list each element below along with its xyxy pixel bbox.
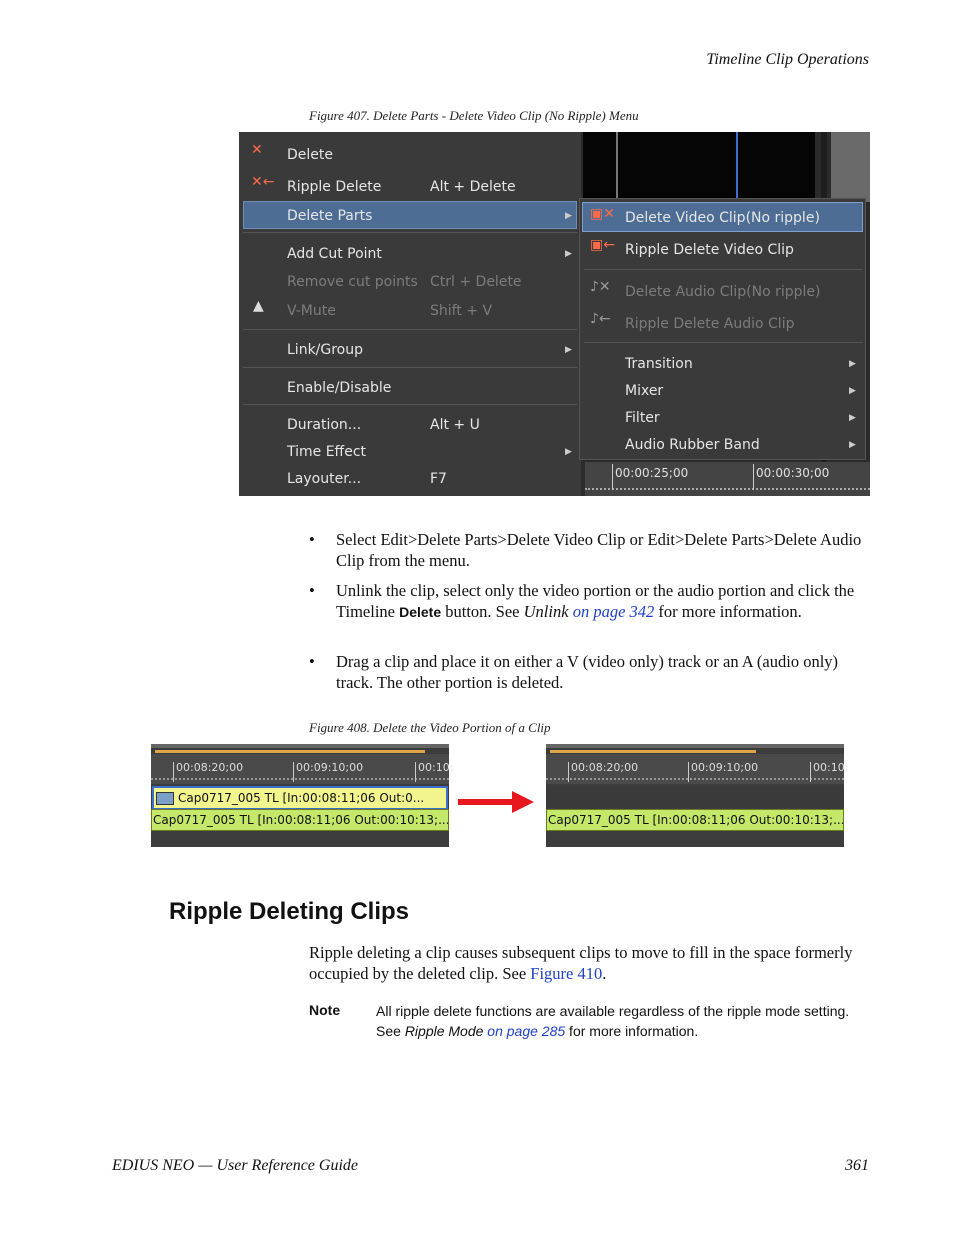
clip-thumbnail-icon bbox=[156, 792, 174, 805]
submenu-item-ripple-delete-audio-clip[interactable]: Ripple Delete Audio Clip bbox=[577, 311, 862, 337]
link-unlink-page[interactable]: on page 342 bbox=[569, 602, 655, 621]
audio-clip[interactable]: Cap0717_005 TL [In:00:08:11;06 Out:00:10… bbox=[546, 809, 844, 831]
section-paragraph: Ripple deleting a clip causes subsequent… bbox=[309, 943, 853, 983]
submenu-arrow-icon: ▶ bbox=[849, 440, 856, 450]
menu-item-delete-parts[interactable]: Delete Parts ▶ bbox=[239, 203, 579, 229]
note-label: Note bbox=[309, 1002, 341, 1018]
submenu-arrow-icon: ▶ bbox=[565, 249, 572, 259]
submenu-arrow-icon: ▶ bbox=[565, 447, 572, 457]
figure-408-caption: Figure 408. Delete the Video Portion of … bbox=[309, 720, 551, 735]
arrow-right-icon bbox=[458, 791, 534, 813]
submenu-item-delete-video-clip[interactable]: Delete Video Clip(No ripple) bbox=[577, 205, 862, 231]
submenu-item-filter[interactable]: Filter ▶ bbox=[577, 405, 862, 431]
timeline-ruler: 00:00:25;00 00:00:30;00 bbox=[585, 462, 870, 496]
menu-item-delete[interactable]: Delete bbox=[239, 142, 579, 168]
submenu-arrow-icon: ▶ bbox=[565, 345, 572, 355]
context-menu: ✕ Delete ✕← Ripple Delete Alt + Delete De… bbox=[239, 132, 581, 496]
submenu-arrow-icon: ▶ bbox=[565, 211, 572, 221]
section-heading: Ripple Deleting Clips bbox=[169, 898, 410, 925]
timeline-before: 00:08:20;00 00:09:10;00 00:10: Cap0717_0… bbox=[151, 744, 453, 847]
menu-item-ripple-delete[interactable]: Ripple Delete Alt + Delete bbox=[239, 174, 579, 200]
video-clip[interactable]: Cap0717_005 TL [In:00:08:11;06 Out:0... bbox=[152, 786, 448, 810]
audio-clip[interactable]: Cap0717_005 TL [In:00:08:11;06 Out:00:10… bbox=[151, 809, 449, 831]
page-number: 361 bbox=[845, 1157, 869, 1174]
figure-407-caption: Figure 407. Delete Parts - Delete Video … bbox=[309, 108, 639, 123]
menu-item-enable-disable[interactable]: Enable/Disable bbox=[239, 375, 579, 401]
note-text: All ripple delete functions are availabl… bbox=[376, 1003, 850, 1039]
timeline-after: 00:08:20;00 00:09:10;00 00:10: Cap0717_0… bbox=[546, 744, 848, 847]
submenu-item-transition[interactable]: Transition ▶ bbox=[577, 351, 862, 377]
running-header: Timeline Clip Operations bbox=[706, 51, 869, 68]
menu-item-link-group[interactable]: Link/Group ▶ bbox=[239, 337, 579, 363]
submenu-item-mixer[interactable]: Mixer ▶ bbox=[577, 378, 862, 404]
menu-item-time-effect[interactable]: Time Effect ▶ bbox=[239, 439, 579, 465]
footer-title: EDIUS NEO — User Reference Guide bbox=[112, 1157, 359, 1174]
link-ripple-mode-page[interactable]: on page 285 bbox=[483, 1023, 565, 1039]
menu-item-v-mute[interactable]: V-Mute Shift + V bbox=[239, 298, 579, 324]
submenu-arrow-icon: ▶ bbox=[849, 413, 856, 423]
submenu-item-ripple-delete-video-clip[interactable]: Ripple Delete Video Clip bbox=[577, 237, 862, 263]
delete-parts-submenu: ▣✕ Delete Video Clip(No ripple) ▣← Rippl… bbox=[579, 198, 866, 460]
menu-item-add-cut-point[interactable]: Add Cut Point ▶ bbox=[239, 241, 579, 267]
menu-item-layouter[interactable]: Layouter... F7 bbox=[239, 466, 579, 492]
submenu-item-delete-audio-clip[interactable]: Delete Audio Clip(No ripple) bbox=[577, 279, 862, 305]
menu-item-remove-cut-points[interactable]: Remove cut points Ctrl + Delete bbox=[239, 269, 579, 295]
submenu-arrow-icon: ▶ bbox=[849, 359, 856, 369]
submenu-arrow-icon: ▶ bbox=[849, 386, 856, 396]
figure-407-screenshot: ✕ Delete ✕← Ripple Delete Alt + Delete De… bbox=[239, 132, 870, 496]
menu-item-duration[interactable]: Duration... Alt + U bbox=[239, 412, 579, 438]
link-figure-410[interactable]: Figure 410 bbox=[530, 964, 602, 983]
submenu-item-audio-rubber-band[interactable]: Audio Rubber Band ▶ bbox=[577, 432, 862, 458]
